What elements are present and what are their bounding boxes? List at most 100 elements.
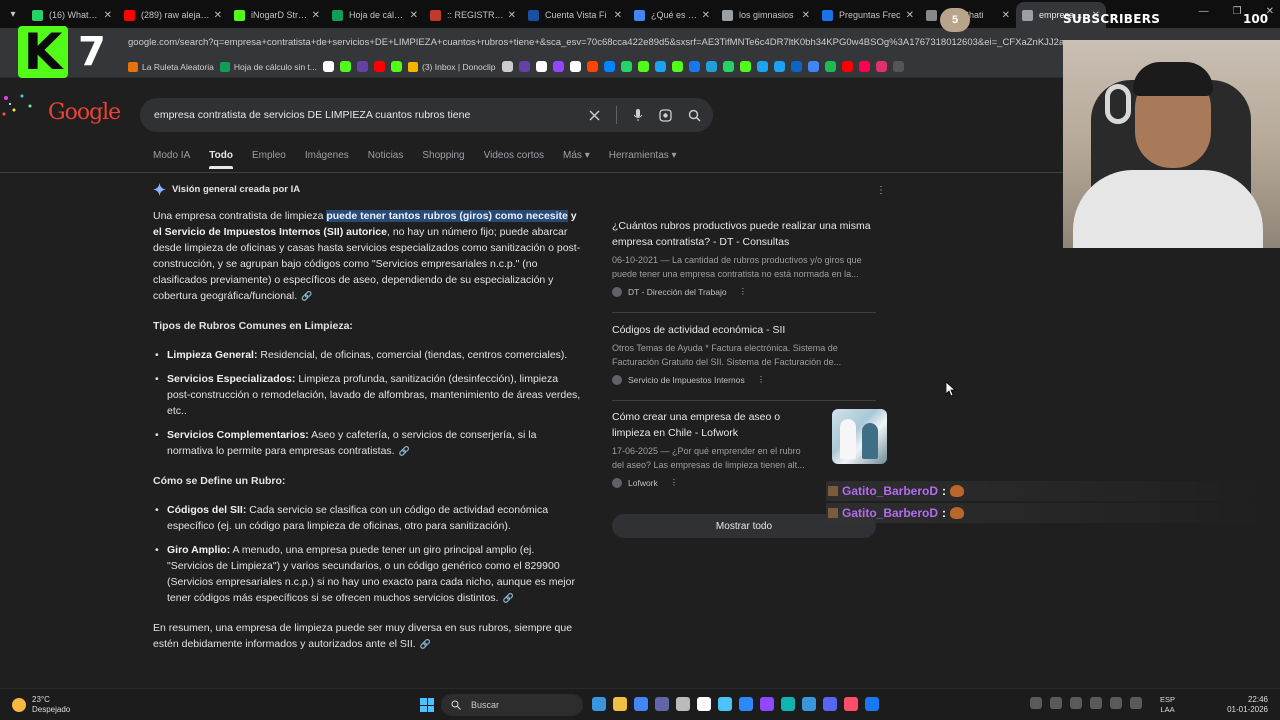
- browser-tab[interactable]: Preguntas Frec ✕: [816, 2, 920, 28]
- source-card[interactable]: ¿Cuántos rubros productivos puede realiz…: [612, 218, 876, 297]
- tab-close-icon[interactable]: ✕: [214, 10, 222, 21]
- more-options-icon[interactable]: ⋮: [876, 185, 886, 196]
- tab-close-icon[interactable]: ✕: [802, 10, 810, 21]
- bookmark-icon[interactable]: [535, 61, 547, 72]
- bookmark-icon[interactable]: [705, 61, 717, 72]
- bookmark-icon[interactable]: [756, 61, 768, 72]
- bookmark-ruleta[interactable]: La Ruleta Aleatoria: [128, 61, 214, 72]
- search-nav-tab[interactable]: Todo: [209, 150, 233, 169]
- source-title[interactable]: ¿Cuántos rubros productivos puede realiz…: [612, 218, 876, 250]
- taskbar-app-icon[interactable]: [634, 697, 648, 711]
- tray-icon[interactable]: [1050, 697, 1062, 709]
- bookmark-icon[interactable]: [858, 61, 870, 72]
- search-nav-tab[interactable]: Videos cortos: [484, 150, 544, 169]
- taskbar-app-icon[interactable]: [697, 697, 711, 711]
- bookmark-icon[interactable]: [356, 61, 368, 72]
- microphone-icon[interactable]: [633, 108, 643, 122]
- bookmark-icon[interactable]: [620, 61, 632, 72]
- windows-start-icon[interactable]: [420, 698, 434, 712]
- clear-icon[interactable]: [589, 110, 600, 121]
- bookmark-icon[interactable]: [875, 61, 887, 72]
- bookmark-icon[interactable]: [637, 61, 649, 72]
- maximize-icon[interactable]: ❐: [1233, 6, 1242, 17]
- bookmark-icon[interactable]: [569, 61, 581, 72]
- search-nav-tab[interactable]: Empleo: [252, 150, 286, 169]
- tab-close-icon[interactable]: ✕: [312, 10, 320, 21]
- tab-close-icon[interactable]: ✕: [906, 10, 914, 21]
- google-logo[interactable]: Google: [48, 100, 121, 125]
- taskbar-app-icon[interactable]: [592, 697, 606, 711]
- bookmark-icon[interactable]: [841, 61, 853, 72]
- tab-close-icon[interactable]: ✕: [1002, 10, 1010, 21]
- search-nav-tab[interactable]: Más ▾: [563, 150, 590, 169]
- bookmark-icon[interactable]: [739, 61, 751, 72]
- search-nav-tab[interactable]: Noticias: [368, 150, 404, 169]
- search-nav-tab[interactable]: Shopping: [422, 150, 464, 169]
- more-options-icon[interactable]: ⋮: [757, 374, 766, 385]
- url-field[interactable]: google.com/search?q=empresa+contratista+…: [128, 37, 1063, 48]
- tab-close-icon[interactable]: ✕: [104, 10, 112, 21]
- source-title[interactable]: Códigos de actividad económica - SII: [612, 322, 876, 338]
- bookmark-icon[interactable]: [586, 61, 598, 72]
- bookmark-icon[interactable]: [322, 61, 334, 72]
- bookmark-icon[interactable]: [807, 61, 819, 72]
- taskbar-app-icon[interactable]: [781, 697, 795, 711]
- link-icon[interactable]: 🔗: [301, 291, 312, 301]
- tab-close-icon[interactable]: ✕: [702, 10, 710, 21]
- browser-tab[interactable]: Cuenta Vista Fi ✕: [522, 2, 628, 28]
- search-nav-tab[interactable]: Modo IA: [153, 150, 190, 169]
- search-input[interactable]: empresa contratista de servicios DE LIMP…: [154, 109, 589, 121]
- taskbar-app-icon[interactable]: [718, 697, 732, 711]
- taskbar-app-icon[interactable]: [676, 697, 690, 711]
- bookmark-icon[interactable]: [892, 61, 904, 72]
- weather-widget[interactable]: 23°C Despejado: [12, 695, 70, 715]
- tray-icon[interactable]: [1030, 697, 1042, 709]
- search-nav-tab[interactable]: Herramientas ▾: [609, 150, 677, 169]
- taskbar-app-icon[interactable]: [865, 697, 879, 711]
- taskbar-search[interactable]: Buscar: [441, 694, 583, 716]
- browser-tab[interactable]: Hoja de cálculo ✕: [326, 2, 424, 28]
- source-thumbnail[interactable]: [832, 409, 887, 464]
- taskbar-app-icon[interactable]: [823, 697, 837, 711]
- browser-tab[interactable]: iNogarD Stream ✕: [228, 2, 326, 28]
- search-box[interactable]: empresa contratista de servicios DE LIMP…: [140, 98, 713, 132]
- bookmark-icon[interactable]: [501, 61, 513, 72]
- intro-highlight[interactable]: puede tener tantos rubros (giros) como n…: [326, 210, 568, 222]
- browser-tab[interactable]: ¿Qué es un con ✕: [628, 2, 716, 28]
- taskbar-app-icon[interactable]: [802, 697, 816, 711]
- taskbar-app-icon[interactable]: [613, 697, 627, 711]
- bookmark-icon[interactable]: [790, 61, 802, 72]
- bookmark-icon[interactable]: [654, 61, 666, 72]
- more-options-icon[interactable]: ⋮: [739, 286, 748, 297]
- bookmark-icon[interactable]: [390, 61, 402, 72]
- bookmark-icon[interactable]: [518, 61, 530, 72]
- browser-tab[interactable]: :: REGISTRO D ✕: [424, 2, 522, 28]
- source-card[interactable]: Cómo crear una empresa de aseo o limpiez…: [612, 409, 887, 488]
- bookmark-icon[interactable]: [722, 61, 734, 72]
- bookmark-inbox[interactable]: (3) Inbox | Donoclip: [407, 61, 496, 72]
- link-icon[interactable]: 🔗: [502, 593, 513, 603]
- tray-icon[interactable]: [1130, 697, 1142, 709]
- bookmark-icon[interactable]: [552, 61, 564, 72]
- tray-icon[interactable]: [1090, 697, 1102, 709]
- tab-close-icon[interactable]: ✕: [614, 10, 622, 21]
- input-language[interactable]: ESP LAA: [1160, 695, 1175, 715]
- link-icon[interactable]: 🔗: [420, 639, 431, 649]
- taskbar-app-icon[interactable]: [739, 697, 753, 711]
- source-card[interactable]: Códigos de actividad económica - SII Otr…: [612, 322, 876, 385]
- more-options-icon[interactable]: ⋮: [670, 477, 679, 488]
- taskbar-app-icon[interactable]: [760, 697, 774, 711]
- browser-tab[interactable]: (289) raw alejandr ✕: [118, 2, 228, 28]
- tab-close-icon[interactable]: ✕: [410, 10, 418, 21]
- lens-camera-icon[interactable]: [659, 108, 672, 122]
- tray-icon[interactable]: [1110, 697, 1122, 709]
- bookmark-icon[interactable]: [773, 61, 785, 72]
- taskbar-app-icon[interactable]: [844, 697, 858, 711]
- bookmark-icon[interactable]: [824, 61, 836, 72]
- browser-tab[interactable]: los gimnasios ✕: [716, 2, 816, 28]
- bookmark-icon[interactable]: [603, 61, 615, 72]
- bookmark-icon[interactable]: [688, 61, 700, 72]
- search-nav-tab[interactable]: Imágenes: [305, 150, 349, 169]
- source-title[interactable]: Cómo crear una empresa de aseo o limpiez…: [612, 409, 812, 441]
- bookmark-icon[interactable]: [671, 61, 683, 72]
